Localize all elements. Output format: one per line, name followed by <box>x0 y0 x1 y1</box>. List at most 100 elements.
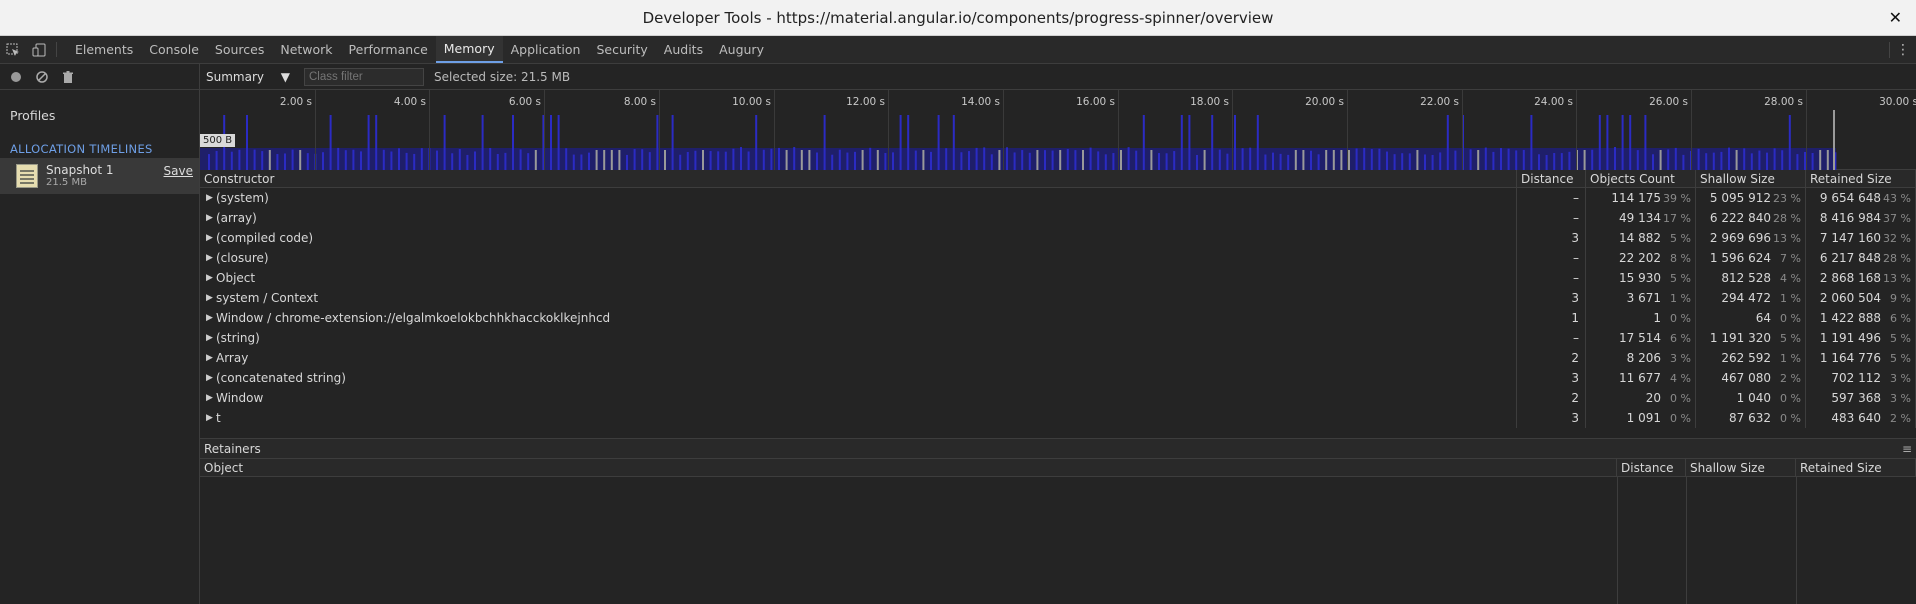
distance-header[interactable]: Distance <box>1517 170 1586 187</box>
object-header[interactable]: Object <box>200 459 1617 476</box>
constructor-name: Window / chrome-extension://elgalmkoelok… <box>216 311 611 325</box>
allocation-bar <box>382 149 385 170</box>
objects-count-cell: 20 0 % <box>1586 388 1696 408</box>
constructor-name: Array <box>216 351 249 365</box>
device-toolbar-icon[interactable] <box>26 36 52 63</box>
view-select[interactable]: Summary ▼ <box>206 70 294 84</box>
table-row[interactable]: ▶ Window 2 20 0 % 1 040 0 % 597 368 3 % <box>200 388 1916 408</box>
menu-icon[interactable]: ≡ <box>1902 442 1912 456</box>
allocation-bar <box>474 151 476 170</box>
constructor-cell: ▶ (closure) <box>200 248 1517 268</box>
constructor-cell: ▶ (string) <box>200 328 1517 348</box>
selected-size: Selected size: 21.5 MB <box>434 69 571 84</box>
table-row[interactable]: ▶ (string) –17 514 6 % 1 191 320 5 % 1 191 496… <box>200 328 1916 348</box>
allocation-bar <box>1743 148 1746 170</box>
class-filter-input[interactable] <box>304 67 424 86</box>
allocation-bar <box>1127 147 1130 170</box>
allocation-bar <box>1674 147 1677 170</box>
column-divider <box>1686 477 1687 604</box>
table-row[interactable]: ▶ t 3 1 091 0 % 87 632 0 % 483 640 2 % <box>200 408 1916 428</box>
table-row[interactable]: ▶ (compiled code) 3 14 882 5 % 2 969 696 13 % 7… <box>200 228 1916 248</box>
allocation-bar <box>1393 154 1396 170</box>
table-row[interactable]: ▶ (system) –114 175 39 % 5 095 912 23 % 9 654 … <box>200 188 1916 208</box>
allocation-bar <box>1332 150 1335 170</box>
table-row[interactable]: ▶ Array 2 8 206 3 % 262 592 1 % 1 164 776 5 % <box>200 348 1916 368</box>
objects-count-value: 8 206 <box>1626 351 1661 365</box>
expand-arrow-icon[interactable]: ▶ <box>206 313 216 323</box>
allocation-timeline[interactable]: 2.00 s 4.00 s 6.00 s 8.00 s 10.00 s 12.00 s 14… <box>200 90 1916 170</box>
constructor-cell: ▶ (system) <box>200 188 1517 208</box>
allocation-bar <box>489 148 492 170</box>
expand-arrow-icon[interactable]: ▶ <box>206 233 216 243</box>
allocation-bar <box>838 149 841 170</box>
constructor-name: Object <box>216 271 256 285</box>
retained-size-cell: 8 416 984 37 % <box>1806 208 1916 228</box>
trash-icon[interactable] <box>62 70 74 83</box>
expand-arrow-icon[interactable]: ▶ <box>206 213 216 223</box>
objects-count-value: 49 134 <box>1619 211 1661 225</box>
constructor-cell: ▶ Window / chrome-extension://elgalmkoelo… <box>200 308 1517 328</box>
distance-header[interactable]: Distance <box>1617 459 1686 476</box>
table-row[interactable]: ▶ system / Context 3 3 671 1 % 294 472 1 % 2 06… <box>200 288 1916 308</box>
snapshot-icon <box>16 164 38 188</box>
tab-console[interactable]: Console <box>141 36 207 63</box>
timeline-gridline <box>1118 90 1119 170</box>
more-options-icon[interactable]: ⋮ <box>1896 42 1910 58</box>
expand-arrow-icon[interactable]: ▶ <box>206 293 216 303</box>
objects-count-cell: 49 134 17 % <box>1586 208 1696 228</box>
table-row[interactable]: ▶ (array) –49 134 17 % 6 222 840 28 % 8 416 98… <box>200 208 1916 228</box>
toolbar-divider <box>56 42 57 57</box>
allocation-bar <box>238 149 241 170</box>
allocation-bar <box>1515 150 1518 170</box>
timeline-tick-label: 20.00 s <box>1305 96 1344 108</box>
allocation-bar <box>261 151 264 170</box>
objects-count-header[interactable]: Objects Count <box>1586 170 1696 187</box>
timeline-tick-label: 10.00 s <box>732 96 771 108</box>
shallow-size-percent: 0 % <box>1780 311 1801 325</box>
inspect-element-icon[interactable] <box>0 36 26 63</box>
table-row[interactable]: ▶ Window / chrome-extension://elgalmkoelo… <box>200 308 1916 328</box>
retained-size-header[interactable]: Retained Size <box>1806 170 1916 187</box>
close-icon[interactable]: ✕ <box>1889 8 1902 27</box>
tab-elements[interactable]: Elements <box>67 36 141 63</box>
tab-performance[interactable]: Performance <box>341 36 436 63</box>
record-icon[interactable] <box>10 71 22 83</box>
shallow-size-percent: 1 % <box>1780 291 1801 305</box>
tab-augury[interactable]: Augury <box>711 36 772 63</box>
table-row[interactable]: ▶ (closure) –22 202 8 % 1 596 624 7 % 6 217 84… <box>200 248 1916 268</box>
expand-arrow-icon[interactable]: ▶ <box>206 353 216 363</box>
expand-arrow-icon[interactable]: ▶ <box>206 373 216 383</box>
allocation-bar <box>550 115 552 170</box>
tab-sources[interactable]: Sources <box>207 36 272 63</box>
allocation-bar <box>945 148 948 170</box>
tab-security[interactable]: Security <box>588 36 655 63</box>
tab-memory[interactable]: Memory <box>435 36 503 63</box>
allocation-bar <box>1264 154 1267 170</box>
tab-audits[interactable]: Audits <box>656 36 711 63</box>
allocation-bar <box>1249 147 1252 170</box>
retained-size-header[interactable]: Retained Size <box>1796 459 1916 476</box>
timeline-gridline <box>315 90 316 170</box>
table-row[interactable]: ▶ (concatenated string) 3 11 677 4 % 467 080 2… <box>200 368 1916 388</box>
expand-arrow-icon[interactable]: ▶ <box>206 253 216 263</box>
snapshot-item[interactable]: Snapshot 1 21.5 MB Save <box>0 158 199 194</box>
shallow-size-header[interactable]: Shallow Size <box>1686 459 1796 476</box>
clear-icon[interactable] <box>36 70 48 83</box>
retained-size-value: 8 416 984 <box>1819 211 1881 225</box>
tab-network[interactable]: Network <box>272 36 340 63</box>
expand-arrow-icon[interactable]: ▶ <box>206 393 216 403</box>
constructor-header[interactable]: Constructor <box>200 170 1517 187</box>
shallow-size-percent: 23 % <box>1773 191 1801 205</box>
allocation-bar <box>1112 153 1115 170</box>
table-row[interactable]: ▶ Object –15 930 5 % 812 528 4 % 2 868 168 13 % <box>200 268 1916 288</box>
tab-application[interactable]: Application <box>503 36 589 63</box>
retained-size-value: 6 217 848 <box>1819 251 1881 265</box>
expand-arrow-icon[interactable]: ▶ <box>206 413 216 423</box>
shallow-size-value: 87 632 <box>1729 411 1771 425</box>
save-link[interactable]: Save <box>164 164 193 178</box>
shallow-size-header[interactable]: Shallow Size <box>1696 170 1806 187</box>
expand-arrow-icon[interactable]: ▶ <box>206 193 216 203</box>
allocation-bar <box>884 152 887 170</box>
expand-arrow-icon[interactable]: ▶ <box>206 273 216 283</box>
expand-arrow-icon[interactable]: ▶ <box>206 333 216 343</box>
